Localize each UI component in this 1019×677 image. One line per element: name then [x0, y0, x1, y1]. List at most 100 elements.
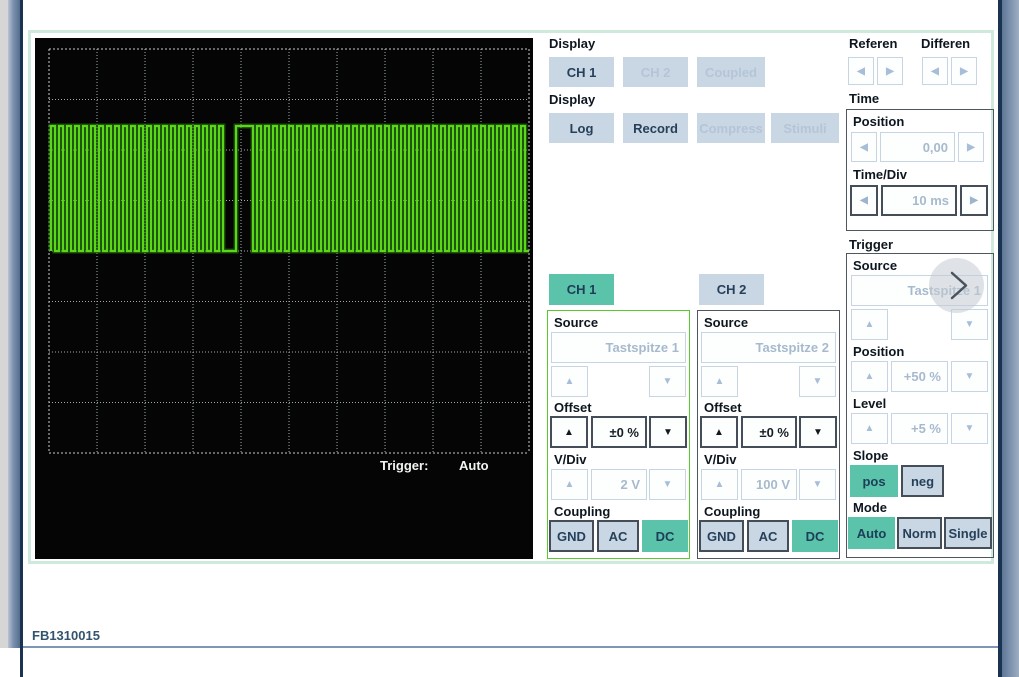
next-page-button[interactable]	[929, 258, 984, 313]
display-coupled-button[interactable]: Coupled	[697, 57, 765, 87]
down-arrow-icon: ▼	[964, 423, 975, 434]
up-arrow-icon: ▲	[714, 479, 725, 490]
ch1-vdiv-down-button[interactable]: ▼	[649, 469, 686, 500]
display-ch1-button[interactable]: CH 1	[549, 57, 614, 87]
scope-display: Trigger: Auto	[35, 38, 533, 559]
left-gray-stripe	[0, 0, 8, 648]
ch1-source-down-button[interactable]: ▼	[649, 366, 686, 397]
ch2-offset-up-button[interactable]: ▲	[700, 416, 738, 448]
left-arrow-icon: ◀	[931, 65, 939, 77]
trigger-mode-single-button[interactable]: Single	[944, 517, 992, 549]
display-log-button[interactable]: Log	[549, 113, 614, 143]
time-position-value: 0,00	[880, 132, 955, 162]
bottom-rule	[23, 646, 998, 648]
ch1-vdiv-value: 2 V	[591, 469, 647, 500]
right-arrow-icon: ▶	[970, 195, 978, 206]
ch2-button[interactable]: CH 2	[699, 274, 764, 305]
left-arrow-icon: ◀	[860, 141, 868, 153]
timediv-increase-button[interactable]: ▶	[960, 185, 988, 216]
ch2-vdiv-down-button[interactable]: ▼	[799, 469, 836, 500]
trigger-mode-norm-button[interactable]: Norm	[897, 517, 942, 549]
trigger-status-value: Auto	[459, 458, 489, 473]
ch1-source-up-button[interactable]: ▲	[551, 366, 588, 397]
trigger-level-value: +5 %	[891, 413, 948, 444]
down-arrow-icon: ▼	[812, 376, 823, 387]
ch2-source-up-button[interactable]: ▲	[701, 366, 738, 397]
ch2-coupling-dc-button[interactable]: DC	[792, 520, 838, 552]
left-frame-line	[20, 0, 23, 677]
display-record-button[interactable]: Record	[623, 113, 688, 143]
trigger-source-down-button[interactable]: ▼	[951, 309, 988, 340]
trigger-position-down-button[interactable]: ▼	[951, 361, 988, 392]
reference-prev-button[interactable]: ◀	[848, 57, 874, 85]
display-compress-button[interactable]: Compress	[697, 113, 765, 143]
ch1-coupling-dc-button[interactable]: DC	[642, 520, 688, 552]
ch2-offset-down-button[interactable]: ▼	[799, 416, 837, 448]
up-arrow-icon: ▲	[714, 426, 724, 438]
trigger-mode-auto-button[interactable]: Auto	[848, 517, 895, 549]
ch1-offset-up-button[interactable]: ▲	[550, 416, 588, 448]
ch2-offset-label: Offset	[704, 400, 742, 415]
up-arrow-icon: ▲	[864, 371, 875, 382]
right-arrow-icon: ▶	[967, 141, 975, 153]
left-arrow-icon: ◀	[860, 195, 868, 206]
ch1-source-label: Source	[554, 315, 599, 330]
difference-prev-button[interactable]: ◀	[922, 57, 948, 85]
ch1-offset-label: Offset	[554, 400, 592, 415]
timediv-decrease-button[interactable]: ◀	[850, 185, 878, 216]
time-position-decrease-button[interactable]: ◀	[851, 132, 877, 162]
trigger-level-up-button[interactable]: ▲	[851, 413, 888, 444]
ch1-offset-value: ±0 %	[591, 416, 647, 448]
trigger-position-up-button[interactable]: ▲	[851, 361, 888, 392]
ch1-coupling-ac-button[interactable]: AC	[597, 520, 639, 552]
timediv-label: Time/Div	[853, 167, 907, 182]
oscilloscope-screen: Trigger: Auto Display CH 1 CH 2 Coupled …	[0, 0, 1019, 677]
time-position-increase-button[interactable]: ▶	[958, 132, 984, 162]
ch1-coupling-gnd-button[interactable]: GND	[549, 520, 594, 552]
down-arrow-icon: ▼	[662, 376, 673, 387]
display-stimuli-button[interactable]: Stimuli	[771, 113, 839, 143]
trigger-slope-pos-button[interactable]: pos	[850, 465, 898, 497]
down-arrow-icon: ▼	[964, 319, 975, 330]
ch1-button[interactable]: CH 1	[549, 274, 614, 305]
ch1-offset-down-button[interactable]: ▼	[649, 416, 687, 448]
trigger-mode-label: Mode	[853, 500, 887, 515]
down-arrow-icon: ▼	[964, 371, 975, 382]
ch1-source-value: Tastspitze 1	[551, 332, 686, 363]
trigger-slope-label: Slope	[853, 448, 889, 463]
time-label: Time	[849, 91, 880, 106]
up-arrow-icon: ▲	[864, 319, 875, 330]
ch2-offset-value: ±0 %	[741, 416, 797, 448]
trigger-status-label: Trigger:	[380, 458, 429, 473]
trigger-position-value: +50 %	[891, 361, 948, 392]
ch2-coupling-label: Coupling	[704, 504, 761, 519]
reference-label: Referen	[849, 36, 898, 51]
ch2-vdiv-up-button[interactable]: ▲	[701, 469, 738, 500]
ch2-source-value: Tastspitze 2	[701, 332, 836, 363]
up-arrow-icon: ▲	[714, 376, 725, 387]
ch2-vdiv-value: 100 V	[741, 469, 797, 500]
right-arrow-icon: ▶	[960, 65, 968, 77]
right-arrow-icon: ▶	[886, 65, 894, 77]
trigger-level-down-button[interactable]: ▼	[951, 413, 988, 444]
down-arrow-icon: ▼	[813, 426, 823, 438]
up-arrow-icon: ▲	[864, 423, 875, 434]
ch2-coupling-ac-button[interactable]: AC	[747, 520, 789, 552]
timediv-value: 10 ms	[881, 185, 957, 216]
waveform-plot	[48, 48, 530, 454]
ch2-coupling-gnd-button[interactable]: GND	[699, 520, 744, 552]
up-arrow-icon: ▲	[564, 479, 575, 490]
down-arrow-icon: ▼	[812, 479, 823, 490]
ch1-vdiv-up-button[interactable]: ▲	[551, 469, 588, 500]
ch2-source-down-button[interactable]: ▼	[799, 366, 836, 397]
difference-next-button[interactable]: ▶	[951, 57, 977, 85]
trigger-slope-neg-button[interactable]: neg	[901, 465, 944, 497]
ch1-coupling-label: Coupling	[554, 504, 611, 519]
right-blue-stripe	[1002, 0, 1019, 677]
reference-next-button[interactable]: ▶	[877, 57, 903, 85]
display-ch2-button[interactable]: CH 2	[623, 57, 688, 87]
display-modes-label: Display	[549, 92, 596, 107]
ch1-vdiv-label: V/Div	[554, 452, 587, 467]
trigger-source-up-button[interactable]: ▲	[851, 309, 888, 340]
down-arrow-icon: ▼	[662, 479, 673, 490]
